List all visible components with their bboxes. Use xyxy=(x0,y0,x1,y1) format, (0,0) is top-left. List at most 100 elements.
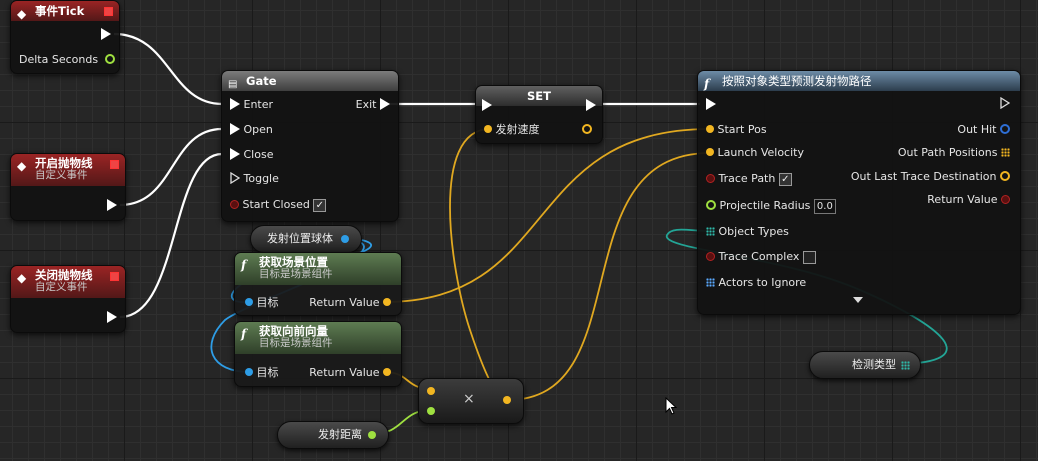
bool-out-pin[interactable] xyxy=(1001,194,1010,204)
exec-out-pin-icon[interactable] xyxy=(101,28,111,40)
return-value-row[interactable]: Return Value xyxy=(927,192,1010,208)
event-delegate-icon[interactable] xyxy=(110,160,119,169)
array-pin-icon[interactable] xyxy=(706,226,715,236)
gate-exit-row[interactable]: Exit xyxy=(356,97,390,113)
event-close-exec-out[interactable] xyxy=(107,310,117,326)
gate-enter-row[interactable]: Enter xyxy=(230,97,273,113)
float-in-pin[interactable] xyxy=(484,125,492,133)
actors-to-ignore-row[interactable]: Actors to Ignore xyxy=(706,275,806,291)
var-detect-node[interactable]: 检测类型 xyxy=(809,351,921,379)
object-types-row[interactable]: Object Types xyxy=(706,224,789,240)
set-var-out[interactable] xyxy=(582,122,592,138)
exec-out-pin-icon[interactable] xyxy=(107,311,117,323)
trace-path-checkbox[interactable]: ✓ xyxy=(778,172,792,186)
get-location-node[interactable]: f 获取场景位置 目标是场景组件 目标 Return Value xyxy=(234,252,402,316)
event-tick-node[interactable]: ◆ 事件Tick Delta Seconds xyxy=(10,0,120,74)
object-out-pin[interactable] xyxy=(341,235,349,243)
get-forward-node[interactable]: f 获取向前向量 目标是场景组件 目标 Return Value xyxy=(234,321,402,387)
array-pin-icon[interactable] xyxy=(706,277,715,287)
gate-node[interactable]: ▤ Gate Enter Exit Open Close Toggle Star… xyxy=(221,70,399,222)
float-pin[interactable] xyxy=(706,200,716,210)
multiply-symbol: × xyxy=(463,391,475,407)
mouse-cursor-icon xyxy=(665,397,677,415)
vector-out-pin[interactable] xyxy=(383,298,391,306)
launch-velocity-row[interactable]: Launch Velocity xyxy=(706,145,804,161)
var-distance-node[interactable]: 发射距离 xyxy=(277,421,389,449)
predict-exec-in[interactable] xyxy=(706,97,716,113)
gate-start-closed-checkbox[interactable]: ✓ xyxy=(313,198,327,212)
event-close-header: ◆ 关闭抛物线 自定义事件 xyxy=(11,266,125,298)
set-node[interactable]: SET 发射速度 xyxy=(475,85,603,144)
vector-pin[interactable] xyxy=(706,148,714,156)
vector-out-pin[interactable] xyxy=(1000,171,1010,181)
float-in-pin[interactable] xyxy=(427,407,435,415)
bool-pin[interactable] xyxy=(706,251,715,261)
vector-out-pin[interactable] xyxy=(503,396,511,404)
multiply-node[interactable]: × xyxy=(418,378,524,424)
predict-exec-out[interactable] xyxy=(1000,96,1011,113)
out-last-trace-row[interactable]: Out Last Trace Destination xyxy=(851,169,1010,185)
start-pos-row[interactable]: Start Pos xyxy=(706,122,767,138)
array-out-pin-icon[interactable] xyxy=(901,361,910,370)
vector-pin[interactable] xyxy=(706,125,714,133)
return-value-label: Return Value xyxy=(927,193,998,206)
exec-in-pin-icon[interactable] xyxy=(230,98,240,110)
trace-complex-row[interactable]: Trace Complex xyxy=(706,249,816,265)
exec-in-pin-icon[interactable] xyxy=(482,99,492,111)
out-path-positions-row[interactable]: Out Path Positions xyxy=(898,145,1010,161)
expand-arrow-icon[interactable] xyxy=(853,297,863,303)
predict-projectile-path-node[interactable]: f 按照对象类型预测发射物路径 Start Pos Launch Velocit… xyxy=(697,70,1021,315)
set-exec-out[interactable] xyxy=(586,98,596,114)
event-tick-exec-out[interactable] xyxy=(101,27,111,43)
exec-out-pin-icon[interactable] xyxy=(107,199,117,211)
vector-out-pin[interactable] xyxy=(383,368,391,376)
event-delegate-icon[interactable] xyxy=(104,7,113,16)
gate-close-label: Close xyxy=(243,148,274,161)
vector-in-pin[interactable] xyxy=(427,387,435,395)
object-in-pin[interactable] xyxy=(245,368,253,376)
bool-pin[interactable] xyxy=(706,173,715,183)
exec-out-pin-icon[interactable] xyxy=(586,99,596,111)
get-forward-target-row[interactable]: 目标 xyxy=(245,365,279,381)
actors-to-ignore-label: Actors to Ignore xyxy=(718,276,807,289)
event-delegate-icon[interactable] xyxy=(110,272,119,281)
gate-start-closed-row[interactable]: Start Closed ✓ xyxy=(230,197,327,213)
get-location-return-label: Return Value xyxy=(309,296,380,309)
event-open-node[interactable]: ◆ 开启抛物线 自定义事件 xyxy=(10,153,126,221)
exec-in-pin-icon[interactable] xyxy=(230,148,240,160)
get-forward-return-row[interactable]: Return Value xyxy=(309,365,391,381)
gate-exit-label: Exit xyxy=(355,98,377,111)
projectile-radius-row[interactable]: Projectile Radius 0.0 xyxy=(706,198,836,214)
struct-out-pin[interactable] xyxy=(1000,124,1010,134)
exec-out-pin-icon[interactable] xyxy=(380,98,390,110)
var-sphere-node[interactable]: 发射位置球体 xyxy=(250,225,362,253)
set-var-row[interactable]: 发射速度 xyxy=(484,122,540,138)
predict-title: 按照对象类型预测发射物路径 xyxy=(722,74,872,88)
event-close-subtitle: 自定义事件 xyxy=(35,281,88,293)
projectile-radius-input[interactable]: 0.0 xyxy=(813,199,836,214)
exec-in-pin-icon[interactable] xyxy=(230,123,240,135)
set-exec-in[interactable] xyxy=(482,98,492,114)
delta-seconds-pin[interactable] xyxy=(104,54,115,64)
object-in-pin[interactable] xyxy=(245,298,253,306)
event-open-exec-out[interactable] xyxy=(107,198,117,214)
array-out-pin-icon[interactable] xyxy=(1001,147,1010,157)
float-out-pin[interactable] xyxy=(368,431,376,439)
event-close-node[interactable]: ◆ 关闭抛物线 自定义事件 xyxy=(10,265,126,333)
exec-in-hollow-pin-icon[interactable] xyxy=(230,172,240,184)
exec-out-hollow-pin-icon[interactable] xyxy=(1000,96,1011,110)
event-diamond-icon: ◆ xyxy=(17,271,27,285)
get-location-return-row[interactable]: Return Value xyxy=(309,295,391,311)
trace-complex-checkbox[interactable] xyxy=(802,250,816,264)
exec-in-pin-icon[interactable] xyxy=(706,98,716,110)
out-hit-row[interactable]: Out Hit xyxy=(957,122,1010,138)
bool-pin[interactable] xyxy=(230,199,239,209)
gate-open-row[interactable]: Open xyxy=(230,122,273,138)
get-location-target-row[interactable]: 目标 xyxy=(245,295,279,311)
gate-toggle-row[interactable]: Toggle xyxy=(230,171,279,187)
set-var-label: 发射速度 xyxy=(495,123,540,136)
event-tick-title: 事件Tick xyxy=(35,4,85,18)
gate-close-row[interactable]: Close xyxy=(230,147,273,163)
float-out-pin[interactable] xyxy=(582,124,592,134)
trace-path-row[interactable]: Trace Path ✓ xyxy=(706,171,792,187)
